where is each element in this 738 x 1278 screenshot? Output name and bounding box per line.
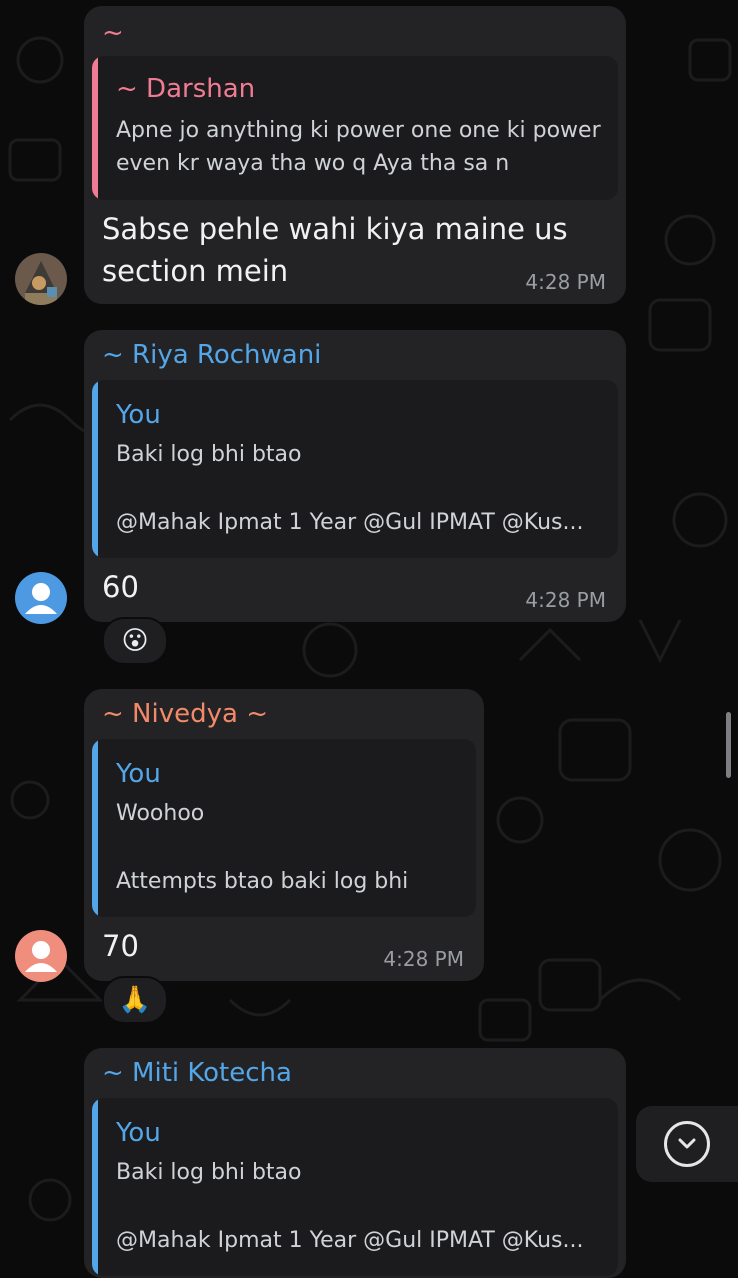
quote-text-line: Apne jo anything ki power one one ki pow…	[116, 118, 601, 143]
avatar[interactable]	[15, 930, 67, 982]
quote-author: ~ Darshan	[116, 74, 256, 104]
person-icon	[25, 941, 57, 972]
quoted-message[interactable]: ~ Darshan Apne jo anything ki power one …	[92, 56, 618, 200]
sender-name: ~	[102, 18, 124, 48]
quote-text-line: Attempts btao baki log bhi	[116, 869, 409, 894]
message-text-line: section mein	[102, 254, 289, 288]
message-bubble[interactable]: ~ Miti Kotecha You Baki log bhi btao @Ma…	[84, 1048, 626, 1278]
message-bubble[interactable]: ~ Riya Rochwani You Baki log bhi btao @M…	[84, 330, 626, 622]
quote-text-line: even kr waya tha wo q Aya tha sa n	[116, 151, 510, 176]
person-icon	[25, 583, 57, 614]
quote-text-line: Woohoo	[116, 801, 205, 826]
quote-text-line: Baki log bhi btao	[116, 442, 302, 467]
quote-bar	[92, 1098, 98, 1276]
message-text-line: Sabse pehle wahi kiya maine us	[102, 212, 568, 246]
folded-hands-emoji-icon: 🙏	[118, 985, 152, 1015]
avatar[interactable]	[15, 572, 67, 624]
quote-text-line: @Mahak Ipmat 1 Year @Gul IPMAT @Kus...	[116, 510, 584, 535]
scroll-to-bottom-button[interactable]	[636, 1106, 738, 1182]
message-time: 4:28 PM	[525, 588, 606, 612]
scrollbar-thumb[interactable]	[726, 712, 731, 778]
sender-name: ~ Riya Rochwani	[102, 340, 322, 370]
quoted-message[interactable]: You Woohoo Attempts btao baki log bhi	[92, 739, 476, 917]
quoted-message[interactable]: You Baki log bhi btao @Mahak Ipmat 1 Yea…	[92, 380, 618, 558]
quote-bar	[92, 380, 98, 558]
quote-text-line: Baki log bhi btao	[116, 1160, 302, 1185]
message-text: 70	[102, 929, 139, 963]
chevron-down-circle-icon	[664, 1121, 710, 1167]
quote-text-line: @Mahak Ipmat 1 Year @Gul IPMAT @Kus...	[116, 1228, 584, 1253]
surprised-emoji-icon: 😮	[121, 626, 149, 656]
message-bubble[interactable]: ~ ~ Darshan Apne jo anything ki power on…	[84, 6, 626, 304]
quoted-message[interactable]: You Baki log bhi btao @Mahak Ipmat 1 Yea…	[92, 1098, 618, 1276]
sender-name: ~ Miti Kotecha	[102, 1058, 292, 1088]
sender-name: ~ Nivedya ~	[102, 699, 268, 729]
profile-photo-icon	[15, 253, 67, 305]
reaction-badge[interactable]: 😮	[102, 617, 168, 665]
quote-author: You	[116, 400, 161, 430]
quote-bar	[92, 739, 98, 917]
reaction-badge[interactable]: 🙏	[102, 976, 168, 1024]
quote-bar	[92, 56, 98, 200]
avatar[interactable]	[15, 253, 67, 305]
message-text: 60	[102, 570, 139, 604]
message-time: 4:28 PM	[525, 270, 606, 294]
quote-author: You	[116, 759, 161, 789]
message-bubble[interactable]: ~ Nivedya ~ You Woohoo Attempts btao bak…	[84, 689, 484, 981]
quote-author: You	[116, 1118, 161, 1148]
message-time: 4:28 PM	[383, 947, 464, 971]
